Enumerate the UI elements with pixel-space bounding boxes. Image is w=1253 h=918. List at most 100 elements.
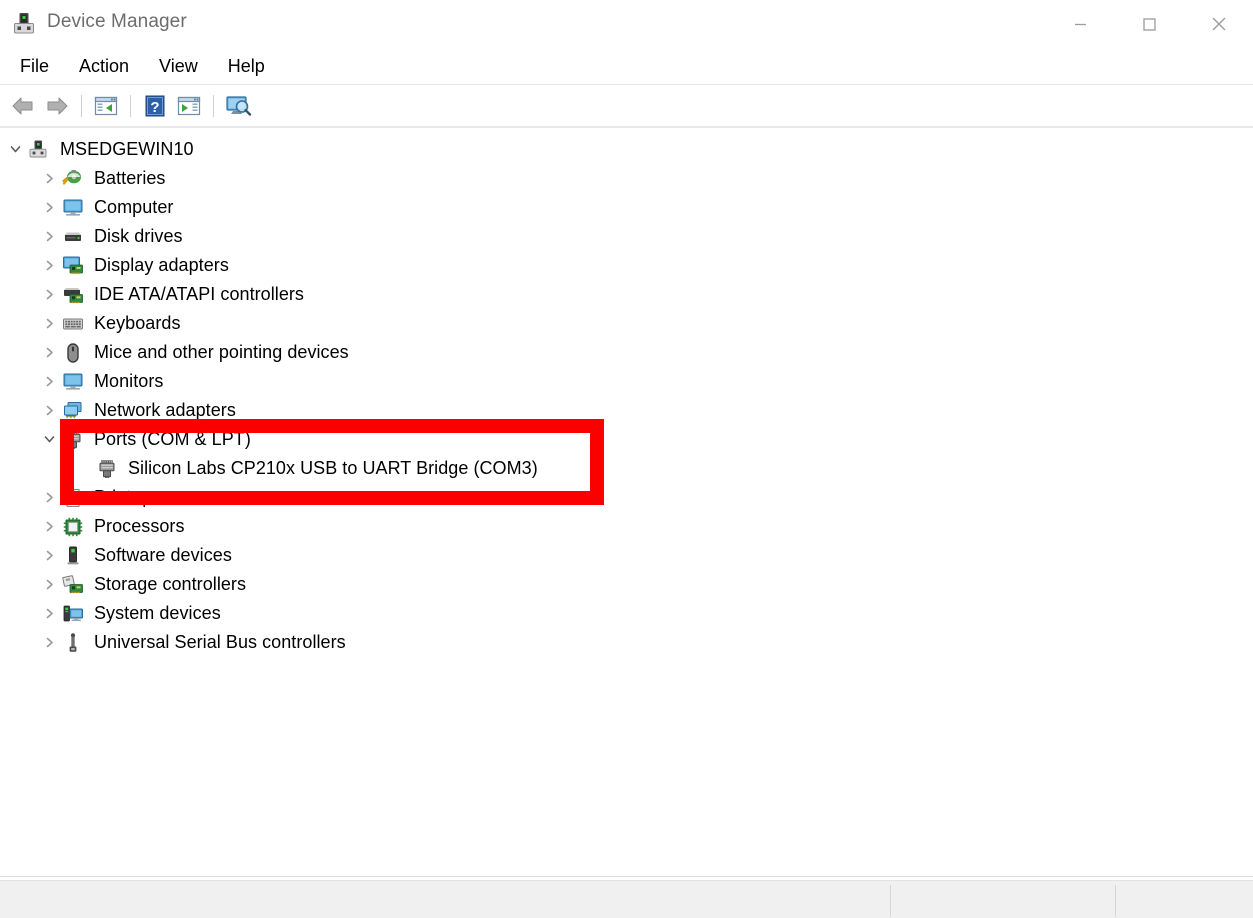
update-driver-icon[interactable] [172,90,206,122]
chevron-right-icon[interactable] [38,338,60,367]
tree-label: Universal Serial Bus controllers [94,632,346,652]
tree-label: Monitors [94,371,164,391]
tree-label: Storage controllers [94,574,247,594]
toolbar-divider [0,126,1253,128]
toolbar: ? [0,86,1253,126]
monitor-icon [60,367,86,396]
toolbar-separator-3 [213,95,214,117]
menu-help[interactable]: Help [216,53,277,80]
tree-label: Keyboards [94,313,181,333]
tree-label: Network adapters [94,400,236,420]
tree-row[interactable]: Batteries [38,164,165,193]
device-manager-icon [11,10,39,38]
toolbar-separator-2 [130,95,131,117]
tree-row[interactable]: Processors [38,512,185,541]
properties-icon[interactable] [89,90,123,122]
menubar-divider [0,84,1253,85]
system-device-icon [60,599,86,628]
tree-row[interactable]: Software devices [38,541,232,570]
tree-row[interactable]: Print queues [38,483,196,512]
tree-row[interactable]: MSEDGEWIN10 [4,135,194,164]
back-icon[interactable] [6,90,40,122]
software-device-icon [60,541,86,570]
tree-row[interactable]: Storage controllers [38,570,246,599]
port-icon [60,425,86,454]
tree-label: Batteries [94,168,166,188]
menu-view[interactable]: View [147,53,210,80]
window-controls [1046,0,1253,48]
chevron-placeholder [72,454,94,483]
port-icon [94,454,120,483]
tree-label: Disk drives [94,226,183,246]
status-divider-2 [1115,885,1116,917]
tree-label: Display adapters [94,255,229,275]
close-button[interactable] [1184,0,1253,48]
storage-controller-icon [60,570,86,599]
tree-label: Silicon Labs CP210x USB to UART Bridge (… [128,458,538,478]
chevron-right-icon[interactable] [38,280,60,309]
tree-row[interactable]: System devices [38,599,221,628]
processor-icon [60,512,86,541]
menu-action[interactable]: Action [67,53,141,80]
print-queue-icon [60,483,86,512]
tree-row[interactable]: Monitors [38,367,163,396]
forward-icon[interactable] [40,90,74,122]
tree-row[interactable]: Keyboards [38,309,181,338]
status-bar [0,880,1253,918]
tree-label: Software devices [94,545,232,565]
tree-label: Mice and other pointing devices [94,342,349,362]
minimize-button[interactable] [1046,0,1115,48]
tree-row[interactable]: Universal Serial Bus controllers [38,628,346,657]
help-icon[interactable]: ? [138,90,172,122]
tree-label: Computer [94,197,174,217]
tree-row[interactable]: Mice and other pointing devices [38,338,349,367]
scan-hardware-icon[interactable] [221,90,255,122]
tree-label: Ports (COM & LPT) [94,429,251,449]
tree-row[interactable]: Network adapters [38,396,236,425]
chevron-right-icon[interactable] [38,251,60,280]
chevron-right-icon[interactable] [38,367,60,396]
chevron-down-icon[interactable] [4,135,26,164]
toolbar-separator-1 [81,95,82,117]
ide-controller-icon [60,280,86,309]
tree-row[interactable]: Display adapters [38,251,229,280]
tree-row[interactable]: Silicon Labs CP210x USB to UART Bridge (… [72,454,538,483]
tree-row[interactable]: Computer [38,193,173,222]
chevron-right-icon[interactable] [38,309,60,338]
chevron-right-icon[interactable] [38,396,60,425]
monitor-icon [60,193,86,222]
chevron-right-icon[interactable] [38,570,60,599]
title-bar: Device Manager [0,0,1253,48]
chevron-right-icon[interactable] [38,193,60,222]
menu-file[interactable]: File [8,53,61,80]
keyboard-icon [60,309,86,338]
svg-text:?: ? [150,99,159,116]
tree-label: Processors [94,516,185,536]
chevron-right-icon[interactable] [38,628,60,657]
tree-row[interactable]: Ports (COM & LPT) [38,425,251,454]
chevron-right-icon[interactable] [38,599,60,628]
chevron-right-icon[interactable] [38,483,60,512]
disk-icon [60,222,86,251]
maximize-button[interactable] [1115,0,1184,48]
chevron-right-icon[interactable] [38,222,60,251]
battery-icon [60,164,86,193]
computer-root-icon [26,135,52,164]
device-tree[interactable]: MSEDGEWIN10 Batteries Computer Disk driv… [0,130,1253,872]
tree-label: IDE ATA/ATAPI controllers [94,284,304,304]
menu-bar: File Action View Help [0,48,1253,85]
chevron-right-icon[interactable] [38,541,60,570]
tree-label: Print queues [94,487,196,507]
tree-label: MSEDGEWIN10 [60,139,194,159]
window-title: Device Manager [47,11,187,32]
mouse-icon [60,338,86,367]
chevron-right-icon[interactable] [38,164,60,193]
statusbar-top-divider [0,876,1253,877]
tree-row[interactable]: IDE ATA/ATAPI controllers [38,280,304,309]
chevron-right-icon[interactable] [38,512,60,541]
network-adapter-icon [60,396,86,425]
chevron-down-icon[interactable] [38,425,60,454]
tree-label: System devices [94,603,221,623]
tree-row[interactable]: Disk drives [38,222,183,251]
status-divider-1 [890,885,891,917]
